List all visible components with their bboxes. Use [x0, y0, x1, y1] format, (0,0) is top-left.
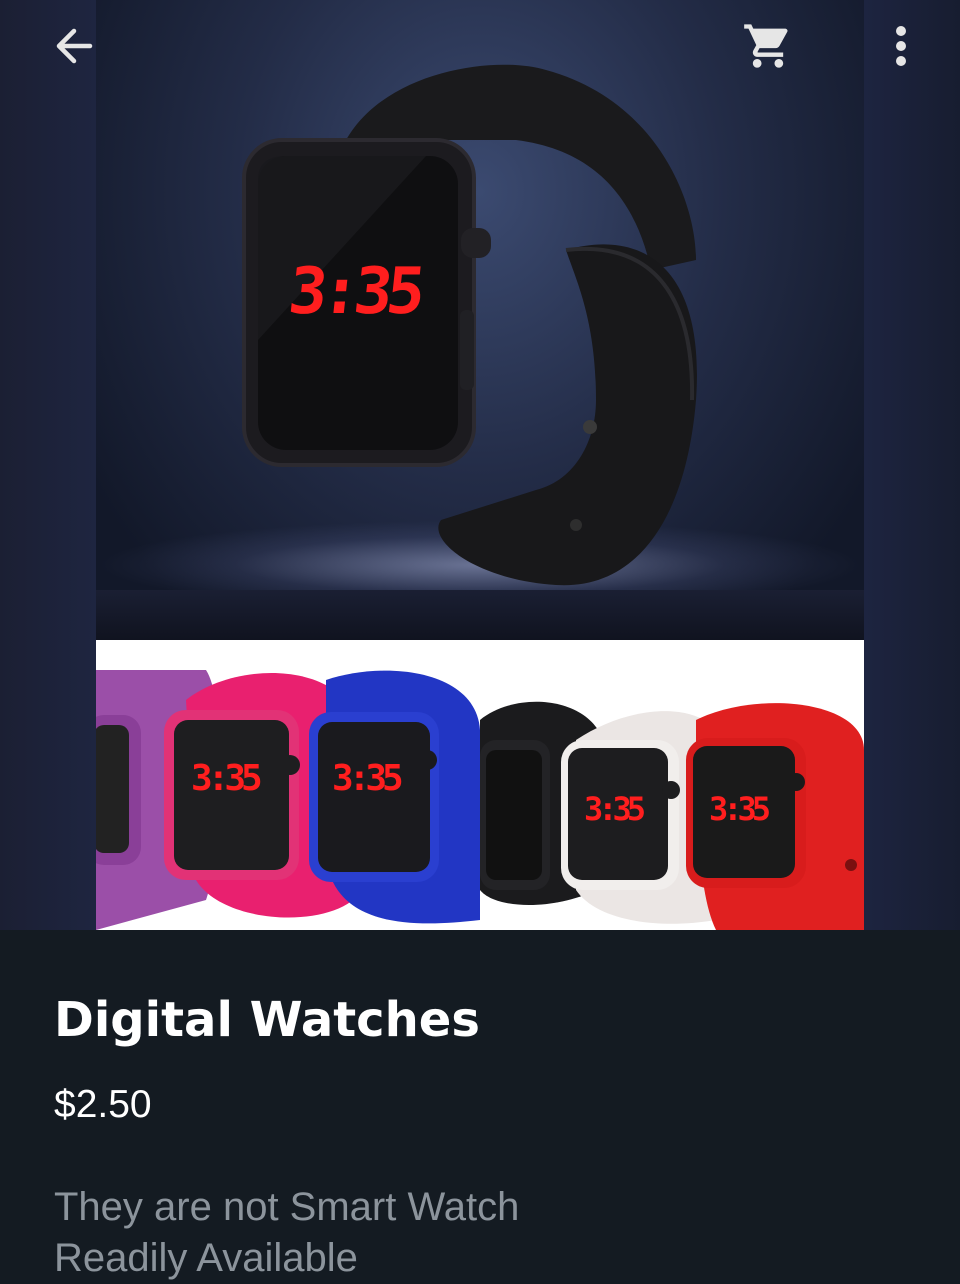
hero-led-time-text: 3:35 — [285, 255, 423, 329]
description-line: They are not Smart Watch — [54, 1185, 520, 1229]
left-variant-group — [96, 670, 480, 930]
shopping-cart-icon — [744, 24, 788, 68]
variant-thumbnails[interactable]: 3:35 3:35 3:35 3:35 — [96, 640, 864, 930]
black-watch-illustration — [242, 64, 697, 586]
product-price: $2.50 — [54, 1083, 152, 1126]
cart-button[interactable] — [736, 14, 800, 78]
hero-led-time: 3:35 — [285, 252, 423, 332]
arrow-left-icon — [56, 28, 93, 64]
product-image-gallery[interactable]: 3:35 3:35 3:35 3:35 3:35 — [0, 0, 960, 930]
gallery-edge-left — [0, 0, 96, 930]
description-line: Readily Available — [54, 1236, 358, 1280]
thumb-led-pink: 3:35 — [191, 758, 263, 799]
thumb-led-blue: 3:35 — [332, 758, 404, 799]
right-variant-group — [480, 701, 864, 930]
back-button[interactable] — [42, 14, 106, 78]
more-options-button[interactable] — [869, 14, 933, 78]
gallery-edge-right — [864, 0, 960, 930]
thumb-led-red: 3:35 — [709, 790, 771, 828]
hero-product-image[interactable]: 3:35 — [96, 0, 864, 640]
thumb-led-white: 3:35 — [584, 790, 646, 828]
product-description: They are not Smart Watch Readily Availab… — [54, 1182, 914, 1284]
more-vert-icon — [896, 26, 906, 66]
product-title: Digital Watches — [54, 992, 480, 1048]
top-app-bar — [0, 0, 960, 92]
